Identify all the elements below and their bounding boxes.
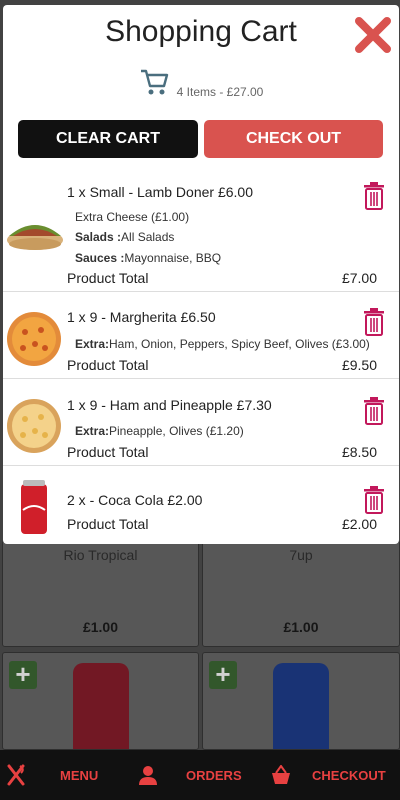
item-extra: Extra:Pineapple, Olives (£1.20) bbox=[75, 424, 244, 438]
cart-summary-text: 4 Items - £27.00 bbox=[176, 85, 264, 99]
product-total-label: Product Total bbox=[67, 270, 149, 286]
salads-value: All Salads bbox=[121, 230, 175, 244]
product-total-label: Product Total bbox=[67, 357, 149, 373]
item-extra: Extra:Ham, Onion, Peppers, Spicy Beef, O… bbox=[75, 337, 370, 351]
item-salads: Salads :All Salads bbox=[75, 230, 174, 244]
checkout-button[interactable]: CHECK OUT bbox=[204, 120, 383, 158]
close-icon[interactable] bbox=[353, 15, 393, 55]
product-total-label: Product Total bbox=[67, 516, 149, 532]
user-icon bbox=[139, 766, 157, 785]
bottom-nav: MENU ORDERS CHECKOUT bbox=[0, 750, 400, 800]
cart-item: 1 x 9 - Margherita £6.50 Extra:Ham, Onio… bbox=[3, 292, 399, 379]
cart-item: 1 x 9 - Ham and Pineapple £7.30 Extra:Pi… bbox=[3, 379, 399, 466]
extra-value: Ham, Onion, Peppers, Spicy Beef, Olives … bbox=[109, 337, 370, 351]
shopping-cart-modal: Shopping Cart 4 Items - £27.00 CLEAR CAR… bbox=[3, 5, 399, 544]
coca-cola-can-image bbox=[21, 480, 47, 534]
cart-item: 1 x Small - Lamb Doner £6.00 Extra Chees… bbox=[3, 170, 399, 292]
modal-title: Shopping Cart bbox=[105, 15, 297, 48]
nav-checkout[interactable]: CHECKOUT bbox=[270, 750, 386, 800]
trash-icon[interactable] bbox=[363, 182, 385, 210]
product-total-label: Product Total bbox=[67, 444, 149, 460]
product-total-value: £8.50 bbox=[341, 444, 377, 460]
cart-icon bbox=[140, 69, 168, 95]
kebab-wrap-image bbox=[7, 225, 63, 250]
cart-summary: 4 Items - £27.00 bbox=[3, 65, 399, 99]
item-sauces: Sauces :Mayonnaise, BBQ bbox=[75, 251, 221, 265]
nav-menu-label: MENU bbox=[60, 767, 99, 783]
item-extra: Extra Cheese (£1.00) bbox=[75, 210, 190, 224]
pizza-image bbox=[7, 312, 61, 366]
nav-menu[interactable]: MENU bbox=[6, 750, 98, 800]
nav-checkout-label: CHECKOUT bbox=[312, 767, 386, 783]
item-title: 1 x Small - Lamb Doner £6.00 bbox=[67, 184, 253, 200]
item-title: 2 x - Coca Cola £2.00 bbox=[67, 492, 203, 508]
extra-label: Extra: bbox=[75, 337, 110, 351]
trash-icon[interactable] bbox=[363, 308, 385, 336]
nav-orders-label: ORDERS bbox=[186, 767, 242, 783]
extra-label: Extra: bbox=[75, 424, 110, 438]
salads-label: Salads : bbox=[75, 230, 122, 244]
clear-cart-button[interactable]: CLEAR CART bbox=[18, 120, 198, 158]
sauces-label: Sauces : bbox=[75, 251, 125, 265]
item-title: 1 x 9 - Margherita £6.50 bbox=[67, 309, 216, 325]
nav-orders[interactable]: ORDERS bbox=[138, 750, 242, 800]
basket-icon bbox=[272, 765, 290, 784]
trash-icon[interactable] bbox=[363, 397, 385, 425]
product-total-value: £2.00 bbox=[341, 516, 377, 532]
trash-icon[interactable] bbox=[363, 486, 385, 514]
utensils-icon bbox=[7, 764, 25, 786]
product-total-value: £9.50 bbox=[341, 357, 377, 373]
sauces-value: Mayonnaise, BBQ bbox=[124, 251, 222, 265]
pizza-image bbox=[7, 399, 61, 453]
cart-item: 2 x - Coca Cola £2.00 Product Total £2.0… bbox=[3, 466, 399, 544]
product-total-value: £7.00 bbox=[341, 270, 377, 286]
extra-value: Pineapple, Olives (£1.20) bbox=[109, 424, 244, 438]
item-title: 1 x 9 - Ham and Pineapple £7.30 bbox=[67, 397, 272, 413]
